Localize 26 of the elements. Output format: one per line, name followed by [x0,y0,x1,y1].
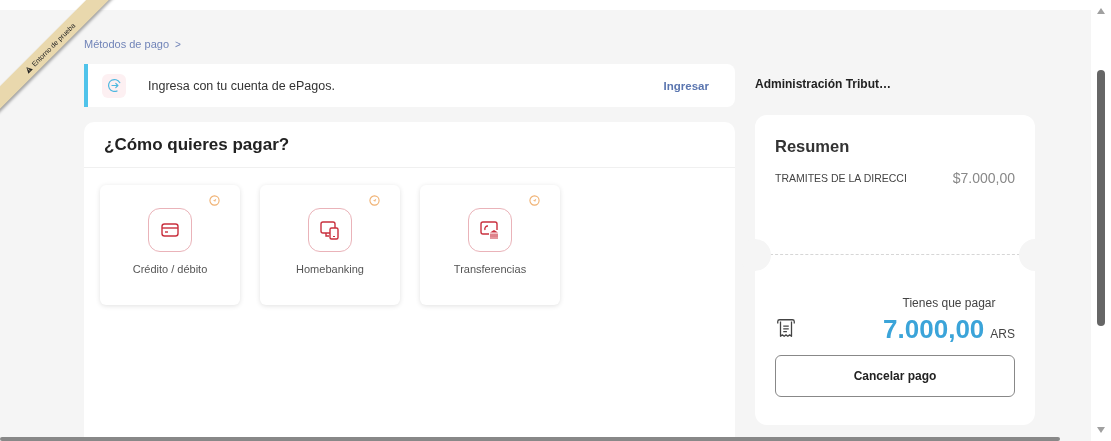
devices-icon [318,218,342,242]
item-concept: TRAMITES DE LA DIRECCI [775,172,907,184]
breadcrumb-separator: > [175,38,181,50]
total-label: Tienes que pagar [902,296,996,310]
merchant-name: Administración Tribut… [755,77,892,93]
summary-title: Resumen [775,137,851,156]
horizontal-scrollbar[interactable] [0,437,1060,441]
payment-method-card[interactable]: Transferencias [420,185,560,305]
method-label: Crédito / débito [132,263,208,275]
receipt-icon [775,317,797,339]
breadcrumb-link[interactable]: Métodos de pago [84,38,169,50]
currency-label: ARS [990,327,1015,341]
method-label: Transferencias [453,263,527,275]
scroll-up-icon[interactable] [1097,8,1105,14]
section-title: ¿Cómo quieres pagar? [104,134,290,155]
login-link[interactable]: Ingresar [663,79,709,92]
total-amount: 7.000,00 [883,314,985,345]
banner-text: Ingresa con tu cuenta de ePagos. [148,78,336,93]
method-label: Homebanking [296,263,364,275]
scrollbar-thumb[interactable] [1097,70,1105,326]
login-icon [105,77,123,94]
payment-method-card[interactable]: Homebanking [260,185,400,305]
cancel-button[interactable]: Cancelar pago [775,355,1015,397]
payment-method-card[interactable]: Crédito / débito [100,185,240,305]
scroll-down-icon[interactable] [1097,427,1105,433]
item-amount: $7.000,00 [952,170,1015,186]
